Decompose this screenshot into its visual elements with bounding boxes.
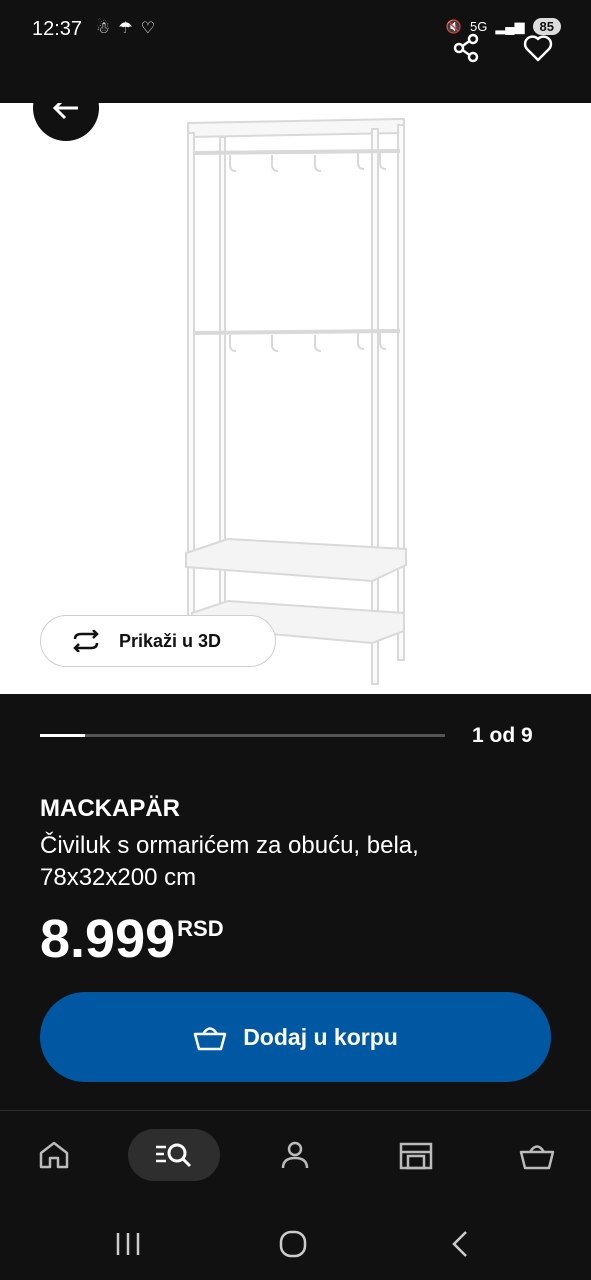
gallery-progress-fill [40, 734, 85, 737]
home-icon [39, 1141, 69, 1169]
home-circle-icon [279, 1230, 307, 1258]
system-navigation-bar [0, 1206, 591, 1280]
view-3d-button[interactable]: Prikaži u 3D [40, 615, 276, 667]
view-3d-label: Prikaži u 3D [119, 630, 222, 651]
store-icon [399, 1142, 433, 1170]
share-icon [453, 33, 479, 63]
app-notification-icon: ☃ [96, 20, 111, 37]
gallery-progress-bar [40, 734, 445, 737]
arrow-left-icon [52, 103, 78, 120]
nav-store[interactable] [370, 1129, 462, 1181]
gallery-counter: 1 od 9 [472, 724, 533, 747]
price-currency: RSD [177, 916, 224, 941]
recent-apps-button[interactable] [108, 1226, 148, 1262]
search-browse-icon [156, 1143, 192, 1168]
home-system-button[interactable] [273, 1226, 313, 1262]
rotate-3d-icon [73, 630, 99, 652]
notification-icons: ☃ ☂ ♡ [96, 18, 155, 38]
back-system-button[interactable] [440, 1226, 480, 1262]
price-value: 8.999 [40, 909, 176, 969]
chevron-left-icon [452, 1231, 467, 1257]
nav-cart[interactable] [491, 1129, 583, 1181]
product-image [185, 117, 407, 685]
umbrella-icon: ☂ [118, 20, 133, 37]
profile-icon [281, 1141, 309, 1169]
product-price: 8.999 RSD [40, 910, 224, 968]
bottom-navigation [0, 1111, 591, 1206]
product-description: Čiviluk s ormarićem za obuću, bela, 78x3… [40, 832, 419, 891]
product-image-gallery[interactable]: Prikaži u 3D [0, 103, 591, 694]
add-to-cart-label: Dodaj u korpu [243, 1023, 398, 1050]
add-to-cart-button[interactable]: Dodaj u korpu [40, 992, 551, 1082]
cart-icon [519, 1145, 555, 1170]
status-bar: 12:37 ☃ ☂ ♡ 🔇 5G ▂▄▆ 85 [0, 0, 591, 60]
heart-outline-icon [523, 35, 553, 62]
nav-profile[interactable] [249, 1129, 341, 1181]
favorite-button[interactable] [520, 30, 556, 66]
heart-circle-icon: ♡ [140, 20, 156, 37]
nav-browse[interactable] [128, 1129, 220, 1181]
cart-icon [193, 1027, 227, 1051]
status-time: 12:37 [32, 18, 83, 40]
product-name: MACKAPÄR [40, 795, 180, 822]
recent-apps-icon [116, 1233, 140, 1255]
share-button[interactable] [448, 30, 484, 66]
nav-home[interactable] [8, 1129, 100, 1181]
